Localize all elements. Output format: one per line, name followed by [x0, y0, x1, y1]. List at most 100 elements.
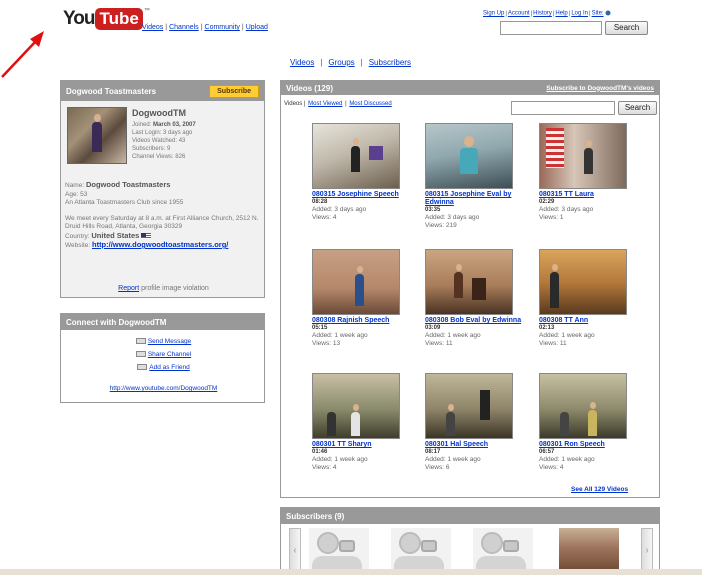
- channel-nav-subscribers[interactable]: Subscribers: [369, 58, 411, 67]
- video-thumbnail[interactable]: [539, 249, 627, 315]
- video-item: 080308 Bob Eval by Edwinna 03:09 Added: …: [425, 249, 525, 348]
- video-item: 080315 TT Laura 02:29 Added: 3 days ago V…: [539, 123, 639, 222]
- video-title[interactable]: 080301 Hal Speech: [425, 441, 525, 449]
- subscribers-next-button[interactable]: ›: [641, 528, 653, 574]
- video-thumbnail[interactable]: [425, 249, 513, 315]
- see-all-videos-link[interactable]: See All 129 Videos: [571, 486, 628, 493]
- add-friend-link[interactable]: Add as Friend: [149, 364, 189, 371]
- video-thumbnail[interactable]: [425, 123, 513, 189]
- profile-stats: Joined: March 03, 2007 Last Login: 3 day…: [132, 122, 196, 160]
- video-title[interactable]: 080315 Josephine Speech: [312, 191, 412, 199]
- video-thumbnail[interactable]: [425, 373, 513, 439]
- tab-most-viewed[interactable]: Most Viewed: [308, 101, 342, 107]
- nav-community[interactable]: Community: [205, 24, 240, 31]
- video-duration: 08:17: [425, 449, 441, 455]
- util-sign-up[interactable]: Sign Up: [483, 11, 504, 17]
- video-search-input[interactable]: [511, 101, 615, 115]
- video-title[interactable]: 080315 Josephine Eval by Edwinna: [425, 191, 525, 207]
- video-views: Views: 11: [539, 340, 567, 347]
- video-thumbnail[interactable]: [539, 123, 627, 189]
- video-views: Views: 4: [312, 464, 337, 471]
- util-history[interactable]: History: [533, 11, 552, 17]
- profile-age: Age: 53: [65, 190, 88, 198]
- share-channel-link[interactable]: Share Channel: [148, 351, 191, 358]
- subscribe-videos-link[interactable]: Subscribe to DogwoodTM's videos: [546, 85, 654, 92]
- video-title[interactable]: 080301 Ron Speech: [539, 441, 639, 449]
- nav-videos[interactable]: Videos: [142, 24, 163, 31]
- video-title[interactable]: 080301 TT Sharyn: [312, 441, 412, 449]
- red-arrow-annotation: [1, 31, 44, 78]
- globe-icon[interactable]: [605, 10, 611, 16]
- logo-tube-text: Tube: [95, 8, 143, 30]
- subscriber-avatar[interactable]: [391, 528, 451, 574]
- video-duration: 02:29: [539, 199, 555, 205]
- connect-box-header: Connect with DogwoodTM: [61, 314, 264, 330]
- utility-nav: Sign Up|Account|History|Help|Log In|Site…: [483, 10, 611, 17]
- video-views: Views: 6: [425, 464, 450, 471]
- profile-website-link[interactable]: http://www.dogwoodtoastmasters.org/: [92, 240, 228, 249]
- video-added: Added: 3 days ago: [312, 206, 367, 213]
- video-item: 080301 Hal Speech 08:17 Added: 1 week ag…: [425, 373, 525, 472]
- profile-name: Dogwood Toastmasters: [85, 180, 171, 189]
- channel-url-link[interactable]: http://www.youtube.com/DogwoodTM: [110, 385, 218, 392]
- profile-box-title: Dogwood Toastmasters: [66, 86, 157, 96]
- video-title[interactable]: 080308 Bob Eval by Edwinna: [425, 317, 525, 325]
- video-search-button[interactable]: Search: [618, 101, 657, 115]
- subscribers-panel: Subscribers (9) ‹ ›: [280, 507, 660, 575]
- tab-most-discussed[interactable]: Most Discussed: [349, 101, 391, 107]
- profile-about: An Atlanta Toastmasters Club since 1955: [65, 199, 184, 206]
- video-views: Views: 4: [539, 464, 564, 471]
- video-title[interactable]: 080315 TT Laura: [539, 191, 639, 199]
- video-views: Views: 4: [312, 214, 337, 221]
- connect-title: Connect with DogwoodTM: [66, 317, 167, 327]
- util-log-in[interactable]: Log In: [571, 11, 588, 17]
- video-added: Added: 1 week ago: [312, 456, 368, 463]
- envelope-icon: [135, 338, 146, 345]
- channel-avatar[interactable]: [67, 107, 127, 164]
- header-search-input[interactable]: [500, 21, 602, 35]
- subscribe-button[interactable]: Subscribe: [209, 84, 259, 98]
- video-duration: 08:28: [312, 199, 328, 205]
- header-search-button[interactable]: Search: [605, 21, 648, 35]
- profile-info: Name: Dogwood Toastmasters Age: 53 An At…: [65, 180, 263, 251]
- videos-panel: Videos (129) Subscribe to DogwoodTM's vi…: [280, 80, 660, 498]
- video-duration: 03:35: [425, 207, 441, 213]
- video-views: Views: 13: [312, 340, 341, 347]
- video-views: Views: 219: [425, 222, 457, 229]
- subscriber-avatar-photo[interactable]: [559, 528, 619, 574]
- profile-box-header: Dogwood Toastmasters Subscribe: [61, 81, 264, 101]
- profile-box: Dogwood Toastmasters Subscribe DogwoodTM…: [60, 80, 265, 298]
- add-friend-icon: [137, 364, 148, 371]
- subscriber-avatar[interactable]: [309, 528, 369, 574]
- youtube-logo[interactable]: You Tube ™: [63, 8, 150, 30]
- nav-upload[interactable]: Upload: [246, 24, 268, 31]
- util-help[interactable]: Help: [555, 11, 567, 17]
- us-flag-icon: [141, 232, 152, 239]
- video-thumbnail[interactable]: [312, 249, 400, 315]
- videos-title: Videos (129): [286, 83, 333, 93]
- channel-nav-groups[interactable]: Groups: [328, 58, 354, 67]
- video-thumbnail[interactable]: [312, 373, 400, 439]
- profile-username: DogwoodTM: [132, 108, 186, 118]
- util-account[interactable]: Account: [508, 11, 530, 17]
- video-title[interactable]: 080308 Rajnish Speech: [312, 317, 412, 325]
- channel-nav-videos[interactable]: Videos: [290, 58, 314, 67]
- video-added: Added: 1 week ago: [425, 456, 481, 463]
- tab-videos[interactable]: Videos: [284, 101, 302, 107]
- subscribers-prev-button[interactable]: ‹: [289, 528, 301, 574]
- send-message-link[interactable]: Send Message: [148, 338, 191, 345]
- video-title[interactable]: 080308 TT Ann: [539, 317, 639, 325]
- video-duration: 05:15: [312, 325, 328, 331]
- nav-channels[interactable]: Channels: [169, 24, 199, 31]
- video-thumbnail[interactable]: [539, 373, 627, 439]
- video-duration: 02:13: [539, 325, 555, 331]
- util-site[interactable]: Site:: [592, 11, 604, 17]
- subscriber-avatar[interactable]: [473, 528, 533, 574]
- video-added: Added: 1 week ago: [312, 332, 368, 339]
- report-link[interactable]: Report: [118, 285, 139, 292]
- video-item: 080315 Josephine Speech 08:28 Added: 3 d…: [312, 123, 412, 222]
- video-views: Views: 11: [425, 340, 453, 347]
- video-views: Views: 1: [539, 214, 564, 221]
- video-thumbnail[interactable]: [312, 123, 400, 189]
- video-item: 080301 Ron Speech 06:57 Added: 1 week ag…: [539, 373, 639, 472]
